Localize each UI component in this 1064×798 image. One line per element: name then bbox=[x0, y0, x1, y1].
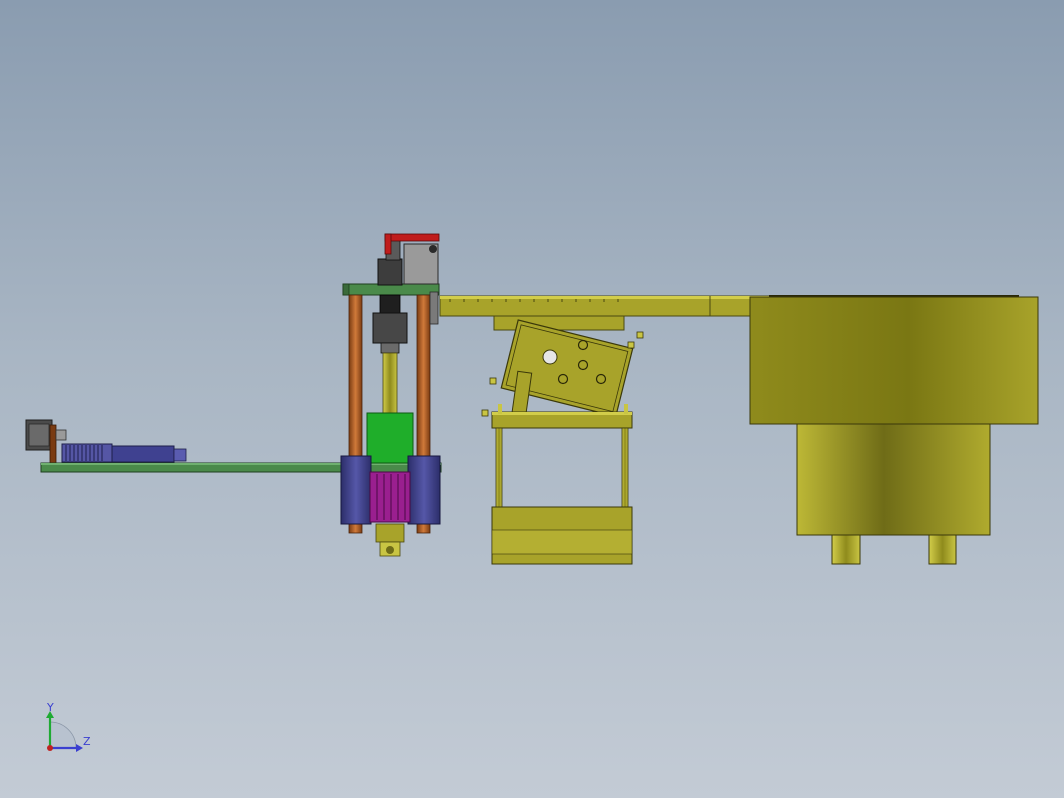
press-top-plate[interactable] bbox=[342, 283, 440, 296]
press-cylinder-top[interactable] bbox=[377, 258, 403, 286]
cylinder-body[interactable] bbox=[111, 445, 175, 463]
coordinate-triad[interactable]: Y Z bbox=[46, 701, 91, 752]
bracket-drop bbox=[429, 291, 439, 325]
linear-vibrator-assembly[interactable] bbox=[481, 315, 644, 565]
assembly-side-view: Y Z bbox=[25, 233, 1039, 752]
vertical-press-assembly[interactable] bbox=[340, 233, 441, 557]
bolt-3 bbox=[557, 373, 569, 385]
triad-z-arrow-icon bbox=[76, 744, 83, 752]
press-collar bbox=[379, 294, 401, 314]
triad-z-label: Z bbox=[83, 735, 91, 748]
vibrator-pin-left bbox=[498, 404, 502, 414]
vibrator-pin-right bbox=[624, 404, 628, 414]
lower-nut bbox=[375, 523, 405, 543]
bolt-1 bbox=[577, 339, 589, 351]
press-cylinder-body[interactable] bbox=[372, 312, 408, 344]
vibratory-bowl-feeder[interactable] bbox=[749, 295, 1039, 565]
piston-rod bbox=[382, 352, 398, 414]
triad-y-label: Y bbox=[46, 701, 54, 714]
cylinder-rod bbox=[173, 448, 187, 462]
motor-bracket bbox=[49, 424, 57, 464]
bowl-foot-right bbox=[928, 534, 957, 565]
vibrator-top-mount bbox=[493, 315, 625, 331]
cad-viewport[interactable]: Y Z bbox=[0, 0, 1064, 798]
bowl-body[interactable] bbox=[749, 296, 1039, 425]
bushing-left bbox=[340, 455, 372, 525]
bowl-foot-left bbox=[831, 534, 861, 565]
bolt-4 bbox=[595, 373, 607, 385]
bushing-right bbox=[407, 455, 441, 525]
triad-origin bbox=[47, 745, 53, 751]
linear-feed-track[interactable] bbox=[439, 295, 777, 317]
feed-rail-top bbox=[440, 296, 776, 299]
press-cylinder-neck bbox=[380, 342, 400, 354]
lower-bolt bbox=[386, 546, 394, 554]
motor-face bbox=[28, 423, 50, 447]
spring-pack bbox=[369, 471, 411, 523]
press-top-plate-end bbox=[342, 283, 350, 296]
vibrator-leg-right bbox=[621, 427, 629, 509]
green-slider-block[interactable] bbox=[366, 412, 414, 464]
vibrator-leg-left bbox=[495, 427, 503, 509]
vibrator-bottom-base-band bbox=[491, 529, 633, 555]
triad-quadrant bbox=[49, 721, 77, 749]
vibrator-base-highlight bbox=[492, 412, 632, 415]
motor-coupling bbox=[55, 429, 67, 441]
bolt-2 bbox=[577, 359, 589, 371]
vibrator-hole-large bbox=[542, 349, 558, 365]
bowl-base[interactable] bbox=[796, 423, 991, 536]
valve-knob-icon bbox=[429, 245, 437, 253]
